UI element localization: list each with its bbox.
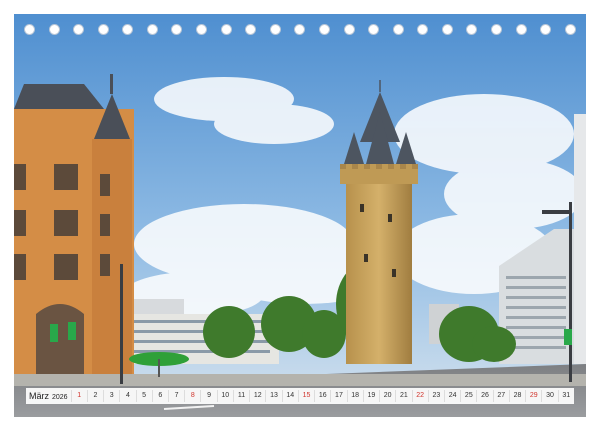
spiral-hole (245, 24, 257, 35)
spiral-binding (16, 24, 584, 38)
day-cell: 25 (460, 390, 477, 402)
month-name: März (29, 391, 49, 401)
day-cell: 17 (330, 390, 347, 402)
day-cell: 14 (281, 390, 298, 402)
month-label: März 2026 (26, 391, 71, 401)
day-cell: 30 (541, 390, 558, 402)
day-cell: 3 (103, 390, 120, 402)
day-cell: 4 (119, 390, 136, 402)
day-cell: 22 (411, 390, 428, 402)
year: 2026 (52, 394, 68, 401)
day-cell: 31 (557, 390, 574, 402)
day-cells: 1 2 3 4 5 6 7 8 9 10 11 12 13 14 15 16 17 18 19 20 21 22 23 24 2… (70, 390, 574, 402)
sidewalk (14, 374, 586, 386)
day-cell: 13 (265, 390, 282, 402)
day-cell: 20 (379, 390, 396, 402)
spiral-hole (540, 24, 552, 35)
day-cell: 6 (151, 390, 168, 402)
spiral-hole (24, 24, 35, 35)
spiral-hole (368, 24, 380, 35)
day-cell: 16 (314, 390, 331, 402)
spiral-hole (196, 24, 208, 35)
day-cell: 21 (395, 390, 412, 402)
spiral-hole (269, 24, 281, 35)
spiral-hole (146, 24, 158, 35)
day-cell: 11 (232, 390, 250, 402)
day-cell: 1 (70, 390, 87, 402)
spiral-hole (466, 24, 478, 35)
day-cell: 2 (86, 390, 104, 402)
eschenheimer-tower-photo (14, 14, 586, 417)
day-cell: 28 (508, 390, 526, 402)
day-cell: 5 (135, 390, 152, 402)
day-cell: 29 (525, 390, 542, 402)
spiral-hole (122, 24, 134, 35)
day-cell: 12 (249, 390, 266, 402)
day-cell: 10 (216, 390, 233, 402)
spiral-hole (515, 24, 527, 35)
day-cell: 24 (443, 390, 461, 402)
spiral-hole (220, 24, 232, 35)
spiral-hole (392, 24, 404, 35)
day-cell: 15 (297, 390, 315, 402)
day-cell: 8 (184, 390, 201, 402)
day-cell: 18 (346, 390, 363, 402)
spiral-hole (318, 24, 330, 35)
calendar-page: März 2026 1 2 3 4 5 6 7 8 9 10 11 12 13 14 15 16 17 18 19 20… (0, 0, 600, 431)
day-cell: 7 (167, 390, 185, 402)
spiral-hole (97, 24, 109, 35)
spiral-hole (171, 24, 183, 35)
day-cell: 27 (492, 390, 509, 402)
calendar-date-strip: März 2026 1 2 3 4 5 6 7 8 9 10 11 12 13 14 15 16 17 18 19 20… (26, 388, 574, 404)
spiral-hole (490, 24, 502, 35)
spiral-hole (294, 24, 306, 35)
day-cell: 26 (476, 390, 493, 402)
day-cell: 23 (427, 390, 444, 402)
spiral-hole (441, 24, 453, 35)
spiral-hole (343, 24, 355, 35)
spiral-hole (564, 24, 576, 35)
spiral-hole (48, 24, 60, 35)
day-cell: 19 (362, 390, 380, 402)
photo-illustration (14, 14, 586, 417)
spiral-hole (73, 24, 85, 35)
day-cell: 9 (200, 390, 217, 402)
spiral-hole (417, 24, 429, 35)
tall-building-edge (574, 114, 586, 364)
